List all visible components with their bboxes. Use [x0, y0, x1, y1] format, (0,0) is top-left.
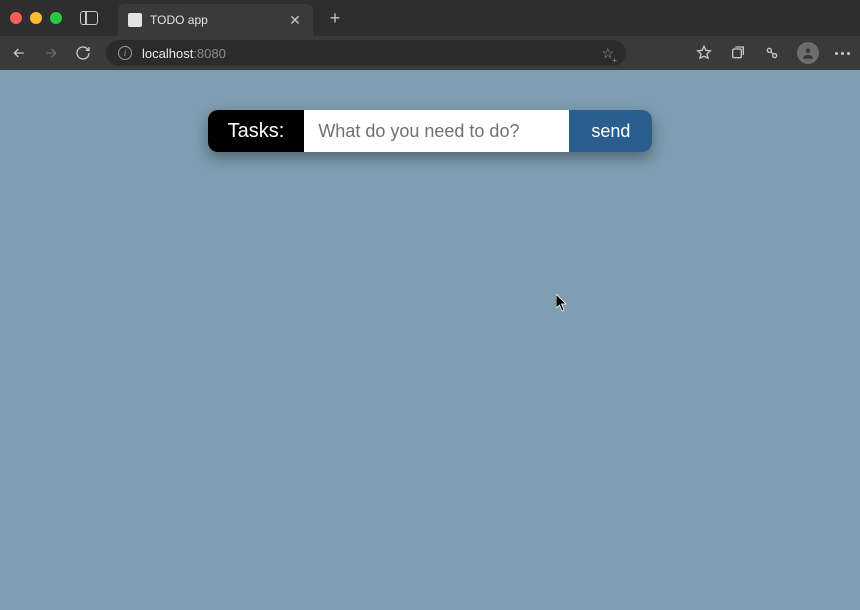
- tab-favicon-icon: [128, 13, 142, 27]
- url-host: localhost: [142, 46, 193, 61]
- browser-tab[interactable]: TODO app ✕: [118, 4, 313, 36]
- tasks-label: Tasks:: [208, 110, 305, 152]
- more-menu-icon[interactable]: [835, 52, 850, 55]
- url-text: localhost:8080: [142, 46, 226, 61]
- reload-button[interactable]: [74, 44, 92, 62]
- tab-overview-icon[interactable]: [80, 11, 98, 25]
- forward-button[interactable]: [42, 44, 60, 62]
- task-form: Tasks: send: [208, 110, 653, 152]
- add-favorite-icon[interactable]: ☆: [601, 45, 614, 62]
- extensions-icon[interactable]: [763, 44, 781, 62]
- collections-icon[interactable]: [729, 44, 747, 62]
- task-input[interactable]: [304, 110, 569, 152]
- page-viewport: Tasks: send: [0, 70, 860, 610]
- url-port: :8080: [193, 46, 226, 61]
- favorites-icon[interactable]: [695, 44, 713, 62]
- address-bar[interactable]: i localhost:8080 ☆: [106, 40, 626, 66]
- browser-toolbar: i localhost:8080 ☆: [0, 36, 860, 70]
- new-tab-button[interactable]: +: [323, 6, 347, 30]
- tab-title: TODO app: [150, 13, 279, 27]
- window-maximize-button[interactable]: [50, 12, 62, 24]
- window-close-button[interactable]: [10, 12, 22, 24]
- profile-avatar[interactable]: [797, 42, 819, 64]
- back-button[interactable]: [10, 44, 28, 62]
- window-titlebar: TODO app ✕ +: [0, 0, 860, 36]
- window-minimize-button[interactable]: [30, 12, 42, 24]
- site-info-icon[interactable]: i: [118, 46, 132, 60]
- window-controls: [10, 12, 62, 24]
- tab-close-icon[interactable]: ✕: [287, 12, 303, 28]
- send-button[interactable]: send: [569, 110, 652, 152]
- mouse-cursor-icon: [556, 294, 568, 312]
